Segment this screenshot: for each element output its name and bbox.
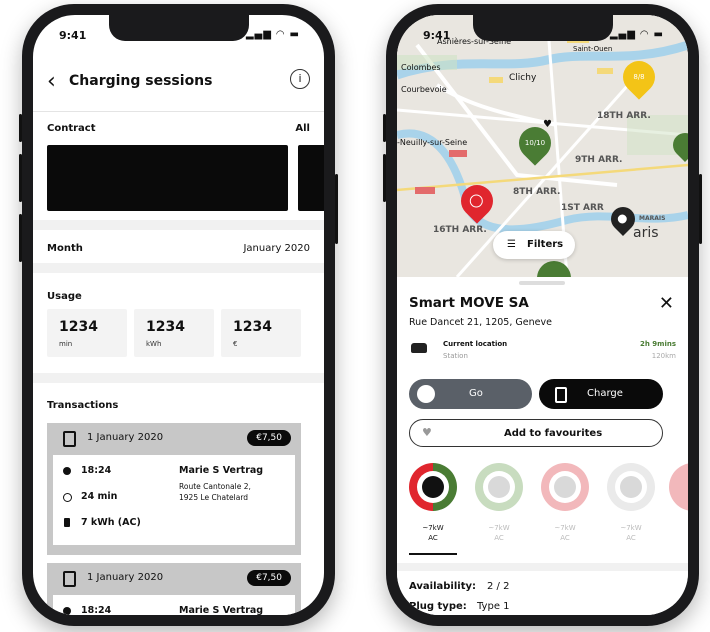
- map-label: 8TH ARR.: [513, 187, 561, 197]
- station-pin-available[interactable]: 8/8: [616, 54, 662, 100]
- transaction-card[interactable]: 1 January 2020 €7,50 18:24 Marie S Vertr…: [47, 563, 301, 615]
- station-map-screen: 9:41 ▂▄▆ ◠ ▬ Asnières-sur-Seine Saint-Ou…: [397, 15, 688, 615]
- map-label: MARAIS: [639, 215, 666, 222]
- availability-label: Availability:: [409, 581, 476, 592]
- battery-icon: [63, 431, 76, 447]
- usage-energy: 1234 kWh: [134, 309, 214, 357]
- map-label: 18TH ARR.: [597, 111, 651, 121]
- header: ‹ Charging sessions i: [33, 51, 324, 112]
- month-value[interactable]: January 2020: [243, 243, 310, 254]
- right-phone: 9:41 ▂▄▆ ◠ ▬ Asnières-sur-Seine Saint-Ou…: [383, 4, 702, 626]
- charge-icon: [555, 387, 567, 403]
- status-time: 9:41: [59, 29, 87, 42]
- price-badge: €7,50: [247, 570, 291, 586]
- add-to-favourites-button[interactable]: ♥ Add to favourites: [409, 419, 663, 447]
- station-name: Smart MOVE SA: [409, 295, 529, 311]
- map-label: aris: [633, 225, 659, 241]
- status-time: 9:41: [423, 29, 451, 42]
- info-icon[interactable]: i: [290, 69, 310, 89]
- map-label: 1ST ARR: [561, 203, 604, 213]
- charging-sessions-screen: 9:41 ▂▄▆ ◠ ▬ ‹ Charging sessions i Contr…: [33, 15, 324, 615]
- price-badge: €7,50: [247, 430, 291, 446]
- connector-selected[interactable]: [409, 463, 457, 511]
- close-icon[interactable]: ✕: [659, 293, 674, 314]
- map-label: 16TH ARR.: [433, 225, 487, 235]
- map-label: Colombes: [401, 63, 441, 72]
- contract-filter[interactable]: All: [295, 123, 310, 134]
- contract-name: Marie S Vertrag: [179, 605, 264, 615]
- clock-icon: [63, 467, 71, 475]
- month-label: Month: [47, 243, 83, 254]
- transaction-card[interactable]: 1 January 2020 €7,50 18:24 24 min 7 kWh …: [47, 423, 301, 555]
- back-icon[interactable]: ‹: [47, 69, 56, 94]
- connector[interactable]: [541, 463, 589, 511]
- usage-minutes: 1234 min: [47, 309, 127, 357]
- connector-label: ~7kW AC: [554, 524, 576, 542]
- blocked-icon: [467, 191, 486, 211]
- usage-label: Usage: [47, 291, 82, 302]
- route-from: Current location: [443, 340, 508, 348]
- transaction-duration: 24 min: [81, 491, 118, 502]
- page-title: Charging sessions: [69, 73, 213, 89]
- heart-icon: ♥: [422, 426, 432, 439]
- transaction-date: 1 January 2020: [87, 572, 164, 583]
- connector-label: ~7kW AC: [422, 524, 444, 542]
- filter-icon: ☰: [507, 239, 516, 250]
- availability-value: 2 / 2: [487, 581, 510, 592]
- car-icon: [411, 343, 427, 353]
- address-line: Route Cantonale 2,: [179, 482, 251, 491]
- duration-icon: [63, 493, 72, 502]
- station-address: Rue Dancet 21, 1205, Geneve: [409, 317, 552, 328]
- connector-label: ~7kW AC: [620, 524, 642, 542]
- map-label: Courbevoie: [401, 85, 447, 94]
- map-label: Clichy: [509, 73, 537, 83]
- map-label: 9TH ARR.: [575, 155, 623, 165]
- contract-name: Marie S Vertrag: [179, 465, 264, 476]
- route-time: 2h 9mins: [639, 340, 676, 348]
- map[interactable]: Asnières-sur-Seine Saint-Ouen Colombes C…: [397, 15, 688, 277]
- charge-button[interactable]: Charge: [539, 379, 663, 409]
- connector[interactable]: [607, 463, 655, 511]
- heart-icon: ♥: [543, 119, 552, 130]
- status-icons: ▂▄▆ ◠ ▬: [245, 29, 300, 40]
- plug-type-label: Plug type:: [409, 601, 467, 612]
- directions-icon: [417, 385, 435, 403]
- connector-label: ~7kW AC: [488, 524, 510, 542]
- contract-card[interactable]: [298, 145, 324, 211]
- battery-icon: [63, 571, 76, 587]
- filters-button[interactable]: ☰ Filters: [493, 231, 575, 259]
- connector[interactable]: [475, 463, 523, 511]
- address-line: 1925 Le Chatelard: [179, 493, 249, 502]
- sheet-handle[interactable]: [519, 281, 565, 285]
- left-phone: 9:41 ▂▄▆ ◠ ▬ ‹ Charging sessions i Contr…: [19, 4, 338, 626]
- selected-indicator: [409, 553, 457, 555]
- route-to: Station: [443, 352, 468, 360]
- go-button[interactable]: Go: [409, 379, 532, 409]
- route-distance: 120km: [651, 352, 676, 360]
- battery-icon: [64, 518, 70, 527]
- transactions-label: Transactions: [47, 400, 119, 411]
- transaction-date: 1 January 2020: [87, 432, 164, 443]
- contract-label: Contract: [47, 123, 96, 134]
- status-icons: ▂▄▆ ◠ ▬: [609, 29, 664, 40]
- plug-type-value: Type 1: [477, 601, 510, 612]
- map-label: -Neuilly-sur-Seine: [397, 138, 468, 147]
- transaction-energy: 7 kWh (AC): [81, 517, 141, 528]
- transaction-time: 18:24: [81, 465, 112, 476]
- contract-card[interactable]: [47, 145, 288, 211]
- transaction-time: 18:24: [81, 605, 112, 615]
- usage-cost: 1234 €: [221, 309, 301, 357]
- clock-icon: [63, 607, 71, 615]
